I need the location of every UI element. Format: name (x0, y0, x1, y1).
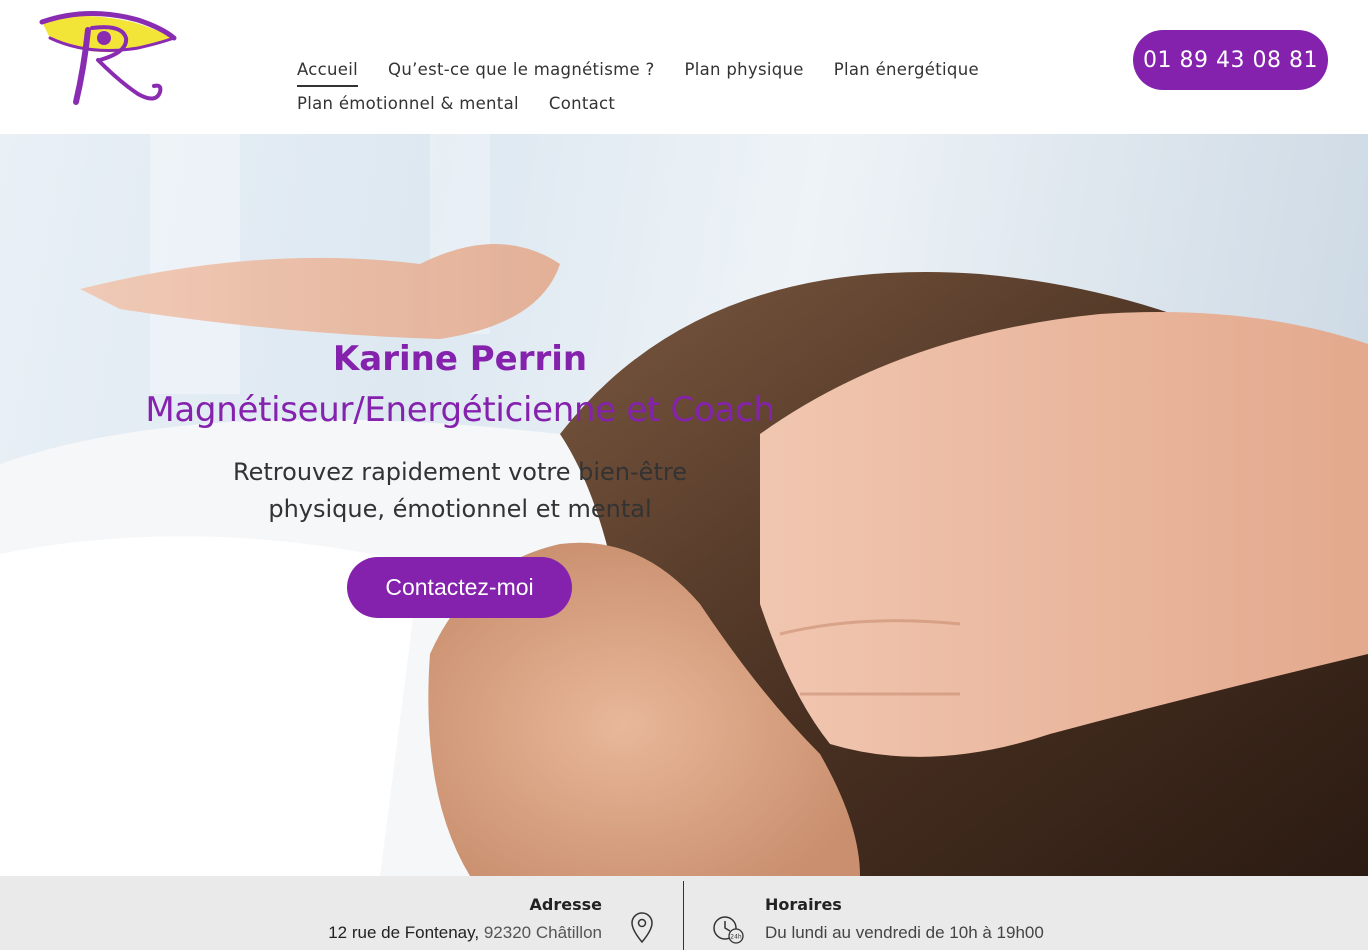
hero-subtitle-line-2: physique, émotionnel et mental (268, 495, 652, 523)
nav-item-plan-energetique[interactable]: Plan énergétique (834, 60, 979, 79)
address-block: Adresse 12 rue de Fontenay, 92320 Châtil… (328, 896, 602, 944)
hero-section: Karine Perrin Magnétiseur/Energéticienne… (0, 134, 1368, 876)
address-value: 12 rue de Fontenay, 92320 Châtillon (328, 922, 602, 944)
main-nav: Accueil Qu’est-ce que le magnétisme ? Pl… (297, 52, 1017, 120)
nav-item-plan-emotionnel-mental[interactable]: Plan émotionnel & mental (297, 94, 519, 113)
hours-label: Horaires (765, 895, 842, 914)
phone-button[interactable]: 01 89 43 08 81 (1133, 30, 1328, 90)
hero-name: Karine Perrin (332, 339, 588, 379)
address-city: 92320 Châtillon (483, 923, 602, 942)
hero-title: Magnétiseur/Energéticienne et Coach (145, 390, 775, 430)
location-pin-icon (631, 912, 653, 944)
hours-value: Du lundi au vendredi de 10h à 19h00 (765, 923, 1044, 942)
hero-subtitle-line-1: Retrouvez rapidement votre bien-être (233, 458, 687, 486)
nav-item-plan-physique[interactable]: Plan physique (685, 60, 804, 79)
svg-text:24h: 24h (730, 934, 742, 941)
clock-24h-icon: 24h (713, 916, 744, 944)
address-label: Adresse (529, 895, 602, 914)
nav-item-magnetisme[interactable]: Qu’est-ce que le magnétisme ? (388, 60, 654, 79)
address-street: 12 rue de Fontenay, (328, 923, 480, 942)
hours-block: Horaires Du lundi au vendredi de 10h à 1… (765, 896, 1044, 944)
hero-subtitle: Retrouvez rapidement votre bien-être phy… (110, 454, 810, 528)
nav-item-accueil[interactable]: Accueil (297, 60, 359, 87)
contact-cta-button[interactable]: Contactez-moi (347, 557, 572, 618)
info-divider (683, 881, 684, 950)
info-bar: Adresse 12 rue de Fontenay, 92320 Châtil… (0, 876, 1368, 950)
site-header: Accueil Qu’est-ce que le magnétisme ? Pl… (0, 0, 1368, 134)
eye-k-logo[interactable] (38, 8, 178, 108)
hero-text: Karine Perrin Magnétiseur/Energéticienne… (110, 334, 810, 528)
nav-item-contact[interactable]: Contact (549, 94, 615, 113)
